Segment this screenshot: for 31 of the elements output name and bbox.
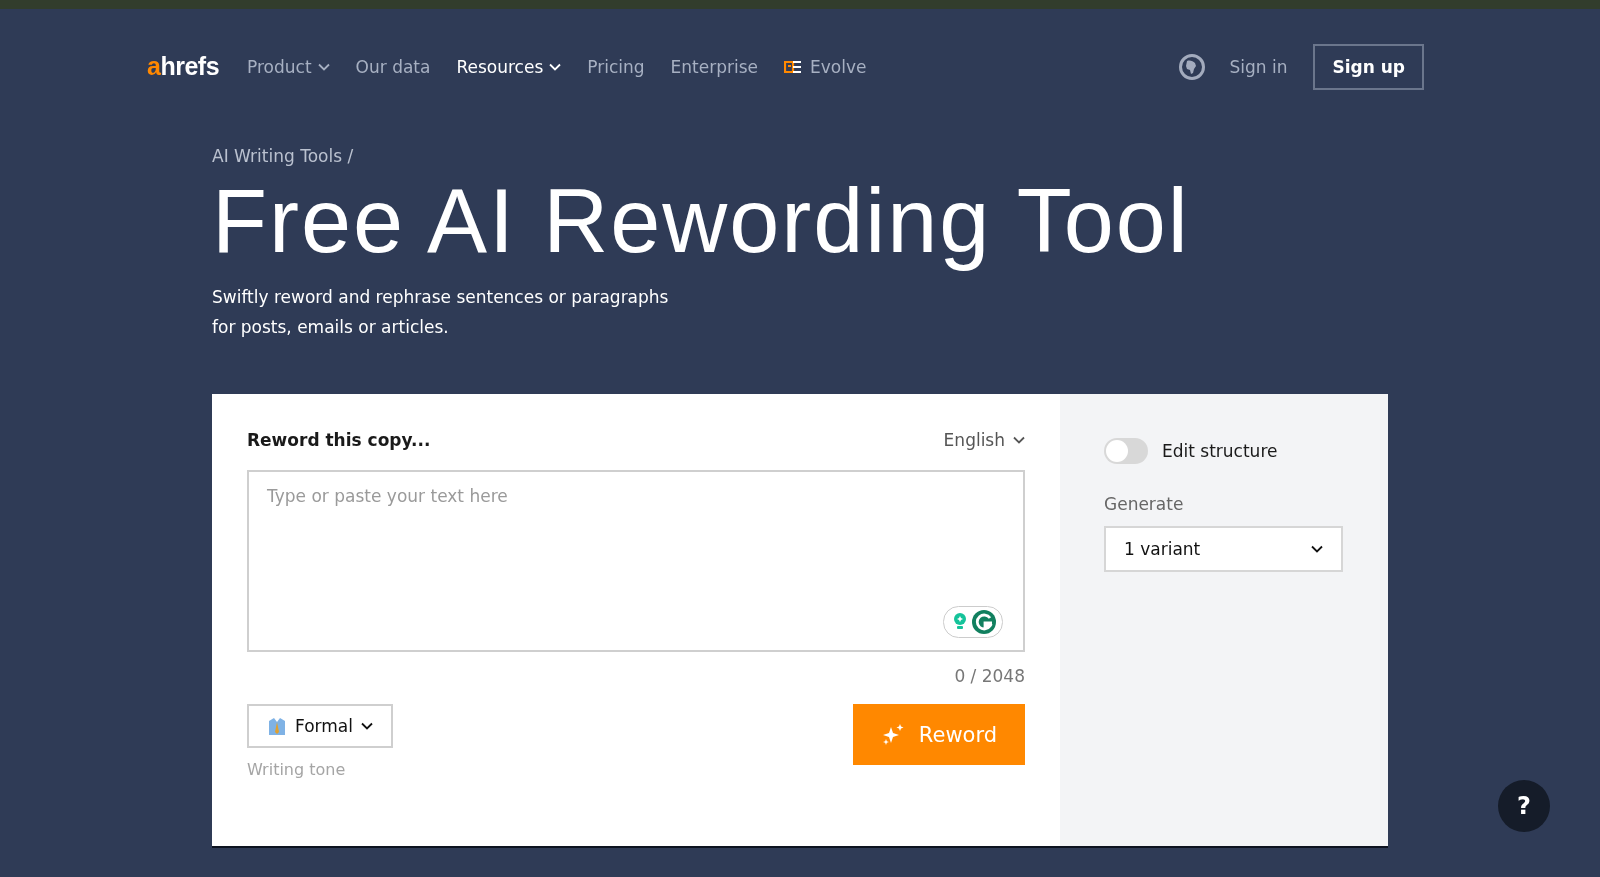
text-input-field[interactable]: Type or paste your text here	[247, 470, 1025, 652]
sign-in-link[interactable]: Sign in	[1229, 56, 1288, 77]
subtitle-text: Swiftly reword and rephrase sentences or paragraphs	[212, 286, 670, 309]
toggle-switch[interactable]	[1104, 438, 1148, 464]
page-title: Free AI Rewording Tool	[212, 170, 1191, 273]
nav-link[interactable]: Resources	[456, 56, 562, 77]
writing-assistant-icon[interactable]	[943, 606, 1003, 638]
character-counter: 0 / 2048	[953, 666, 1025, 686]
nav-link[interactable]: Evolve	[784, 56, 867, 77]
tone-label: Writing tone	[247, 760, 347, 779]
breadcrumb-link[interactable]: AI Writing Tools /	[212, 146, 1600, 166]
chevron-down-icon	[1311, 545, 1323, 553]
help-button[interactable]: ?	[1498, 780, 1550, 832]
editor-heading: Reword this copy...	[247, 430, 431, 450]
evolve-logo-icon	[784, 59, 803, 74]
nav-link[interactable]: Pricing	[587, 56, 645, 77]
chevron-down-icon	[1013, 436, 1025, 444]
nav-link[interactable]: Our data	[355, 56, 431, 77]
toggle-label: Edit structure	[1162, 441, 1278, 461]
ahrefs-logo[interactable]: ahrefs	[147, 52, 220, 81]
subtitle-text: for posts, emails or articles.	[212, 316, 450, 339]
tone-dropdown[interactable]: Formal	[247, 704, 393, 748]
language-dropdown[interactable]: English	[943, 430, 1025, 450]
sign-up-button[interactable]: Sign up	[1313, 43, 1424, 90]
shirt-and-tie-icon	[267, 716, 287, 736]
chevron-down-icon	[360, 722, 373, 730]
nav-link[interactable]: Enterprise	[670, 56, 759, 77]
globe-icon[interactable]	[1179, 53, 1206, 80]
generate-label: Generate	[1104, 494, 1185, 514]
variant-dropdown[interactable]: 1 variant	[1104, 526, 1343, 572]
nav-link[interactable]: Product	[247, 56, 330, 77]
